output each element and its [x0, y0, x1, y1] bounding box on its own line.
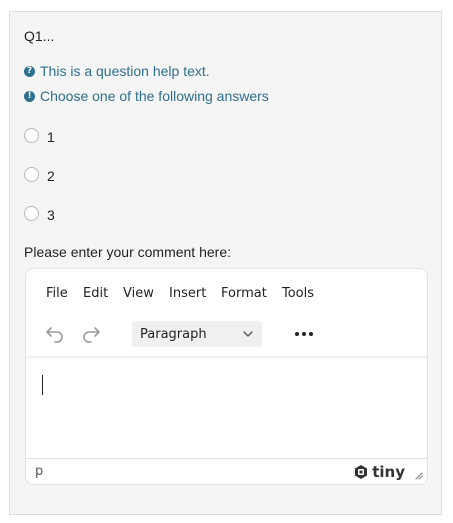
brand-label: tiny — [372, 463, 405, 481]
undo-icon — [46, 327, 63, 343]
exclamation-circle-icon: ! — [24, 90, 35, 102]
menu-tools[interactable]: Tools — [282, 286, 314, 301]
tiny-logo-icon — [355, 465, 368, 479]
rich-text-editor: File Edit View Insert Format Tools Parag… — [25, 268, 428, 485]
question-title: Q1... — [24, 28, 55, 44]
instruction-label: Choose one of the following answers — [40, 88, 269, 104]
editor-statusbar: p tiny — [26, 458, 427, 484]
comment-label: Please enter your comment here: — [24, 244, 231, 260]
question-circle-icon: ? — [24, 65, 35, 77]
menu-edit[interactable]: Edit — [83, 286, 108, 301]
undo-button[interactable] — [41, 322, 69, 346]
menu-format[interactable]: Format — [221, 286, 267, 301]
answer-option-3[interactable]: 3 — [24, 203, 55, 223]
radio-button[interactable] — [24, 127, 39, 143]
radio-button[interactable] — [24, 166, 39, 182]
resize-handle-icon[interactable] — [413, 470, 423, 480]
redo-icon — [83, 327, 100, 343]
question-card: Q1... ? This is a question help text. ! … — [9, 11, 442, 515]
radio-button[interactable] — [24, 205, 39, 221]
answer-option-2[interactable]: 2 — [24, 164, 55, 184]
instruction-text: ! Choose one of the following answers — [24, 88, 269, 104]
editor-menubar: File Edit View Insert Format Tools — [26, 269, 427, 317]
menu-file[interactable]: File — [46, 286, 68, 301]
tiny-brand-link[interactable]: tiny — [353, 463, 405, 481]
block-format-select[interactable]: Paragraph — [132, 321, 262, 347]
more-button[interactable] — [290, 322, 318, 346]
answer-label[interactable]: 3 — [47, 207, 55, 223]
editor-content-area[interactable] — [26, 360, 427, 458]
text-caret — [42, 375, 43, 395]
help-text: ? This is a question help text. — [24, 63, 210, 79]
chevron-down-icon — [243, 331, 253, 337]
menu-view[interactable]: View — [123, 286, 154, 301]
block-format-value: Paragraph — [140, 327, 207, 342]
redo-button[interactable] — [77, 322, 105, 346]
element-path[interactable]: p — [35, 464, 43, 479]
answer-label[interactable]: 1 — [47, 129, 55, 145]
answer-label[interactable]: 2 — [47, 168, 55, 184]
more-horizontal-icon — [295, 332, 313, 336]
answer-option-1[interactable]: 1 — [24, 125, 55, 145]
help-text-label: This is a question help text. — [40, 63, 210, 79]
menu-insert[interactable]: Insert — [169, 286, 206, 301]
